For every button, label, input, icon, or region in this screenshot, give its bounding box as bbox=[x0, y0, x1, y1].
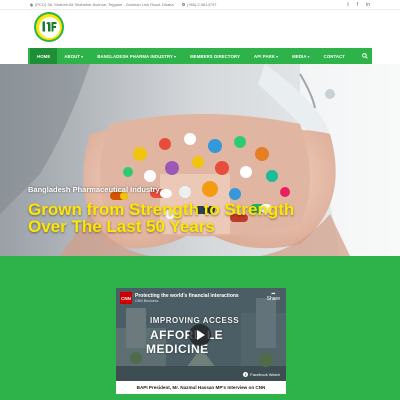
hero-headline-line-1: Grown from Strength to Strength bbox=[28, 200, 295, 219]
social-links: t f in bbox=[347, 2, 370, 8]
contact-info: (PCO) 38, Shaheb Ali Shaheber Avenue, Te… bbox=[29, 2, 217, 7]
twitter-icon[interactable]: t bbox=[347, 2, 348, 8]
video-channel: CNN Business bbox=[135, 299, 159, 303]
nav-item-media[interactable]: MEDIA ▾ bbox=[285, 48, 316, 64]
nav-item-api-park[interactable]: API PARK ▾ bbox=[247, 48, 285, 64]
phone-text: (+88)-2-9614797 bbox=[186, 2, 217, 7]
chevron-down-icon: ▾ bbox=[81, 53, 84, 59]
nav-item-members-directory[interactable]: MEMBERS DIRECTORY bbox=[183, 48, 247, 64]
chevron-down-icon: ▾ bbox=[174, 53, 177, 59]
cnn-logo: CNN bbox=[120, 292, 132, 304]
site-logo[interactable] bbox=[34, 12, 64, 42]
nav-item-about[interactable]: ABOUT ▾ bbox=[57, 48, 90, 64]
hero-headline-line-2: Over The Last 50 Years bbox=[28, 217, 215, 236]
linkedin-icon[interactable]: in bbox=[366, 2, 370, 8]
share-button[interactable]: ➦ Share bbox=[267, 292, 280, 302]
nav-item-contact[interactable]: CONTACT bbox=[317, 48, 352, 64]
video-card: CNN Protecting the world's financial int… bbox=[116, 288, 286, 394]
chevron-down-icon: ▾ bbox=[307, 53, 310, 59]
video-overlay-line-2: AFFORD LE bbox=[150, 328, 224, 342]
logo-mark-icon bbox=[42, 21, 56, 32]
hero-headline: Grown from Strength to Strength Over The… bbox=[28, 201, 368, 235]
facebook-icon: f bbox=[243, 372, 249, 377]
address-text: (PCO) 38, Shaheb Ali Shaheber Avenue, Te… bbox=[35, 2, 174, 7]
video-overlay-line-1: IMPROVING ACCESS bbox=[150, 316, 240, 325]
top-utility-bar: (PCO) 38, Shaheb Ali Shaheber Avenue, Te… bbox=[0, 0, 400, 10]
chevron-down-icon: ▾ bbox=[276, 53, 279, 59]
hero-kicker: Bangladesh Pharmaceutical Industry bbox=[28, 185, 160, 194]
phone-icon bbox=[181, 3, 185, 6]
hero-slider: Bangladesh Pharmaceutical Industry Grown… bbox=[0, 64, 400, 256]
nav-item-home[interactable]: HOME bbox=[30, 48, 58, 64]
video-player[interactable]: CNN Protecting the world's financial int… bbox=[116, 288, 286, 381]
location-pin-icon bbox=[29, 2, 34, 7]
search-icon[interactable] bbox=[360, 48, 370, 64]
facebook-watch-badge: f Facebook Watch bbox=[243, 372, 280, 377]
facebook-icon[interactable]: f bbox=[357, 2, 358, 8]
nav-item-bangladesh-pharma-industry[interactable]: BANGLADESH PHARMA INDUSTRY ▾ bbox=[90, 48, 183, 64]
main-navigation: HOME ABOUT ▾ BANGLADESH PHARMA INDUSTRY ▾ … bbox=[28, 48, 372, 64]
play-icon[interactable] bbox=[189, 324, 211, 346]
video-caption: BAPI President, Mr. Nazmul Hassan MP's I… bbox=[136, 385, 266, 390]
